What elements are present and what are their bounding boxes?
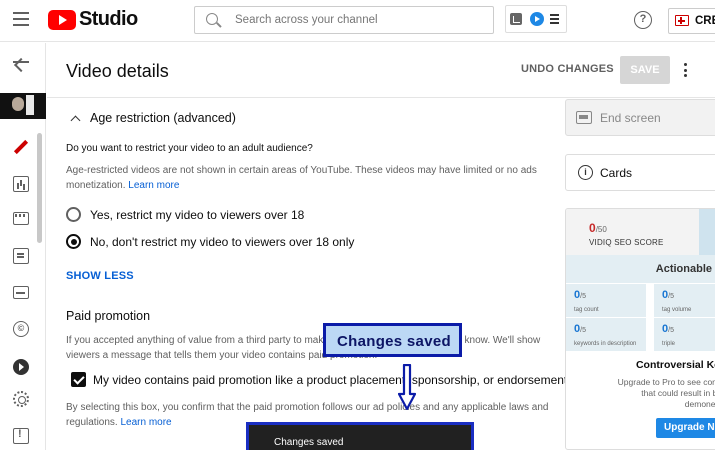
extension-toolbar — [505, 5, 567, 33]
vidiq-icon[interactable] — [530, 12, 544, 26]
details-pencil-icon[interactable] — [13, 139, 29, 155]
metric-label: keywords in description — [574, 341, 637, 347]
end-screen-label: End screen — [600, 111, 661, 125]
age-restriction-heading[interactable]: Age restriction (advanced) — [90, 111, 236, 125]
metric-label: triple — [662, 341, 676, 347]
paid-promotion-heading: Paid promotion — [66, 309, 151, 323]
editor-icon[interactable] — [13, 212, 29, 225]
more-options-icon[interactable] — [684, 63, 688, 80]
youtube-logo-icon[interactable] — [48, 10, 76, 30]
metric-keywords-in-description: 0/5 keywords in description — [566, 317, 646, 351]
learn-more-link[interactable]: Learn more — [120, 417, 171, 428]
save-button[interactable]: SAVE — [620, 56, 670, 84]
cards-card[interactable]: i Cards — [565, 154, 715, 191]
search-input[interactable] — [235, 12, 485, 28]
vidiq-panel: 0/50 VIDIQ SEO SCORE Actionable 0/5 tag … — [565, 208, 715, 450]
metric-label: tag volume — [662, 307, 692, 313]
show-less-button[interactable]: SHOW LESS — [66, 270, 134, 282]
metric-value: 0/5 — [662, 289, 674, 301]
annotation-callout: Changes saved — [323, 323, 462, 357]
create-button[interactable]: CREA — [668, 8, 715, 34]
metric-tag-count: 0/5 tag count — [566, 283, 646, 317]
cards-label: Cards — [600, 166, 633, 180]
seo-side-panel — [699, 209, 715, 255]
extension-menu-icon[interactable] — [550, 14, 559, 26]
radio-label: Yes, restrict my video to viewers over 1… — [90, 208, 305, 222]
upgrade-button[interactable]: Upgrade N — [656, 418, 715, 438]
undo-changes-button[interactable]: UNDO CHANGES — [521, 63, 614, 75]
video-thumbnail[interactable] — [0, 93, 46, 119]
search-icon — [206, 13, 218, 25]
end-screen-icon — [576, 111, 592, 124]
copyright-icon[interactable]: © — [13, 321, 29, 337]
radio-button-selected[interactable] — [66, 234, 81, 249]
metric-value: 0/5 — [574, 323, 586, 335]
menu-icon[interactable] — [13, 12, 29, 26]
actionable-tab[interactable]: Actionable — [566, 255, 715, 283]
paid-promotion-description: If you accepted anything of value from a… — [66, 335, 541, 361]
metric-value: 0/5 — [662, 323, 674, 335]
page-header: Video details UNDO CHANGES SAVE — [47, 43, 715, 98]
age-restriction-question: Do you want to restrict your video to an… — [66, 143, 313, 154]
metric-value: 0/5 — [574, 289, 586, 301]
seo-score-max: /50 — [595, 225, 607, 234]
radio-label: No, don't restrict my video to viewers o… — [90, 235, 355, 249]
metric-tag-volume: 0/5 tag volume — [654, 283, 715, 317]
snackbar-toast: Changes saved — [246, 422, 474, 450]
metric-label: tag count — [574, 307, 599, 313]
details-form: Age restriction (advanced) Do you want t… — [47, 99, 567, 450]
top-bar: Studio ? CREA — [0, 0, 715, 42]
upgrade-text: Upgrade to Pro to see conte that could r… — [617, 377, 715, 409]
seo-score-label: VIDIQ SEO SCORE — [589, 238, 664, 247]
app-name: Studio — [79, 8, 138, 30]
learn-more-link[interactable]: Learn more — [128, 180, 179, 191]
settings-icon[interactable] — [13, 391, 29, 407]
radio-button[interactable] — [66, 207, 81, 222]
subtitles-icon[interactable] — [13, 286, 29, 299]
search-box[interactable] — [194, 6, 494, 34]
create-video-icon — [675, 15, 689, 26]
vidiq-rail-icon[interactable] — [13, 359, 29, 375]
analytics-icon[interactable] — [13, 176, 29, 192]
seo-score-box: 0/50 VIDIQ SEO SCORE — [566, 209, 715, 255]
annotation-callout-label: Changes saved — [337, 333, 451, 350]
left-nav-rail: © — [0, 43, 46, 450]
help-icon[interactable]: ? — [634, 11, 652, 29]
toast-message: Changes saved — [274, 437, 344, 448]
end-screen-card[interactable]: End screen — [565, 99, 715, 136]
create-button-label: CREA — [695, 15, 715, 27]
info-icon: i — [578, 165, 593, 180]
page-title: Video details — [66, 61, 169, 81]
seo-score-value: 0 — [589, 221, 596, 235]
back-arrow-icon[interactable] — [13, 61, 29, 63]
annotation-arrow-icon — [398, 364, 416, 410]
paid-promotion-checkbox-label: My video contains paid promotion like a … — [93, 373, 568, 387]
metric-triple: 0/5 triple — [654, 317, 715, 351]
comments-icon[interactable] — [13, 248, 29, 264]
stats-extension-icon[interactable] — [510, 13, 522, 25]
feedback-icon[interactable] — [13, 428, 29, 444]
rail-scrollbar[interactable] — [37, 133, 42, 243]
chevron-up-icon[interactable] — [70, 115, 81, 126]
paid-promotion-checkbox[interactable] — [71, 372, 86, 387]
controversial-keywords-heading: Controversial Ke — [635, 359, 715, 371]
seo-score: 0/50 — [589, 221, 607, 235]
age-restriction-description: Age-restricted videos are not shown in c… — [66, 163, 546, 193]
